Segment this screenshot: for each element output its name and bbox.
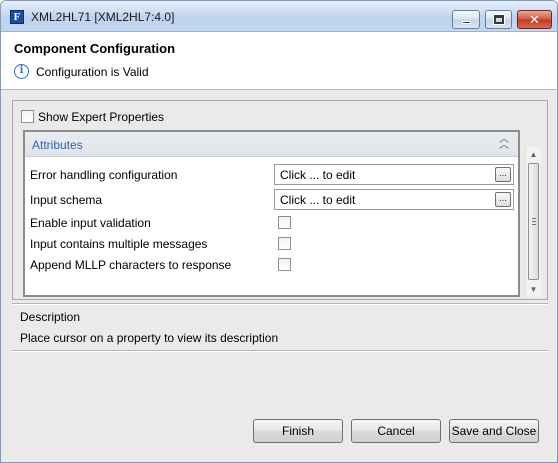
dialog-window: F XML2HL71 [XML2HL7:4.0] ✕ Component Con… bbox=[0, 0, 558, 463]
title-bar[interactable]: F XML2HL71 [XML2HL7:4.0] ✕ bbox=[1, 1, 557, 32]
property-row-input-schema: Input schema Click ... to edit ... bbox=[30, 189, 515, 210]
info-icon: i bbox=[14, 64, 29, 79]
minimize-button[interactable] bbox=[452, 10, 480, 29]
edit-input-schema-button[interactable]: ... bbox=[495, 192, 511, 207]
description-text: Place cursor on a property to view its d… bbox=[20, 331, 279, 345]
divider bbox=[12, 303, 548, 305]
close-icon: ✕ bbox=[529, 12, 540, 27]
show-expert-label: Show Expert Properties bbox=[38, 110, 165, 124]
save-and-close-button[interactable]: Save and Close bbox=[449, 419, 539, 443]
property-label: Append MLLP characters to response bbox=[30, 258, 232, 272]
description-panel: Description Place cursor on a property t… bbox=[12, 306, 548, 349]
property-label: Input contains multiple messages bbox=[30, 237, 208, 251]
property-value: Click ... to edit bbox=[280, 168, 356, 182]
input-schema-field[interactable]: Click ... to edit ... bbox=[274, 189, 514, 210]
app-icon: F bbox=[10, 10, 24, 24]
vertical-scrollbar[interactable]: ▲ ▼ bbox=[525, 147, 541, 297]
attributes-group-title: Attributes bbox=[32, 138, 83, 152]
maximize-button[interactable] bbox=[485, 10, 512, 29]
multiple-messages-checkbox[interactable] bbox=[278, 237, 291, 250]
property-row-enable-validation: Enable input validation bbox=[30, 212, 515, 233]
scroll-up-icon[interactable]: ▲ bbox=[526, 147, 541, 162]
close-button[interactable]: ✕ bbox=[517, 10, 552, 29]
property-value: Click ... to edit bbox=[280, 193, 356, 207]
property-row-append-mllp: Append MLLP characters to response bbox=[30, 254, 515, 275]
property-label: Enable input validation bbox=[30, 216, 151, 230]
finish-button[interactable]: Finish bbox=[253, 419, 343, 443]
property-row-multiple-messages: Input contains multiple messages bbox=[30, 233, 515, 254]
attributes-group-header[interactable]: Attributes ︿ ︿ bbox=[25, 132, 518, 157]
validation-status: Configuration is Valid bbox=[36, 65, 149, 79]
property-label: Input schema bbox=[30, 193, 103, 207]
divider bbox=[12, 350, 548, 352]
append-mllp-checkbox[interactable] bbox=[278, 258, 291, 271]
minimize-icon bbox=[462, 21, 471, 24]
scroll-thumb[interactable] bbox=[528, 163, 539, 280]
error-handling-field[interactable]: Click ... to edit ... bbox=[274, 164, 514, 185]
attributes-group: Attributes ︿ ︿ Error handling configurati… bbox=[23, 130, 520, 297]
show-expert-checkbox[interactable] bbox=[21, 110, 34, 123]
chevron-double-up-icon[interactable]: ︿ ︿ bbox=[498, 135, 510, 151]
window-title: XML2HL71 [XML2HL7:4.0] bbox=[31, 10, 175, 24]
config-header: Component Configuration i Configuration … bbox=[1, 32, 557, 90]
maximize-icon bbox=[493, 14, 505, 25]
enable-validation-checkbox[interactable] bbox=[278, 216, 291, 229]
cancel-button[interactable]: Cancel bbox=[351, 419, 441, 443]
scroll-down-icon[interactable]: ▼ bbox=[526, 282, 541, 297]
property-label: Error handling configuration bbox=[30, 168, 178, 182]
grip-icon bbox=[532, 218, 536, 225]
property-row-error-handling: Error handling configuration Click ... t… bbox=[30, 164, 515, 185]
properties-panel: Show Expert Properties Attributes ︿ ︿ Err… bbox=[12, 100, 548, 300]
page-title: Component Configuration bbox=[14, 41, 176, 56]
edit-error-handling-button[interactable]: ... bbox=[495, 167, 511, 182]
description-title: Description bbox=[20, 310, 81, 324]
